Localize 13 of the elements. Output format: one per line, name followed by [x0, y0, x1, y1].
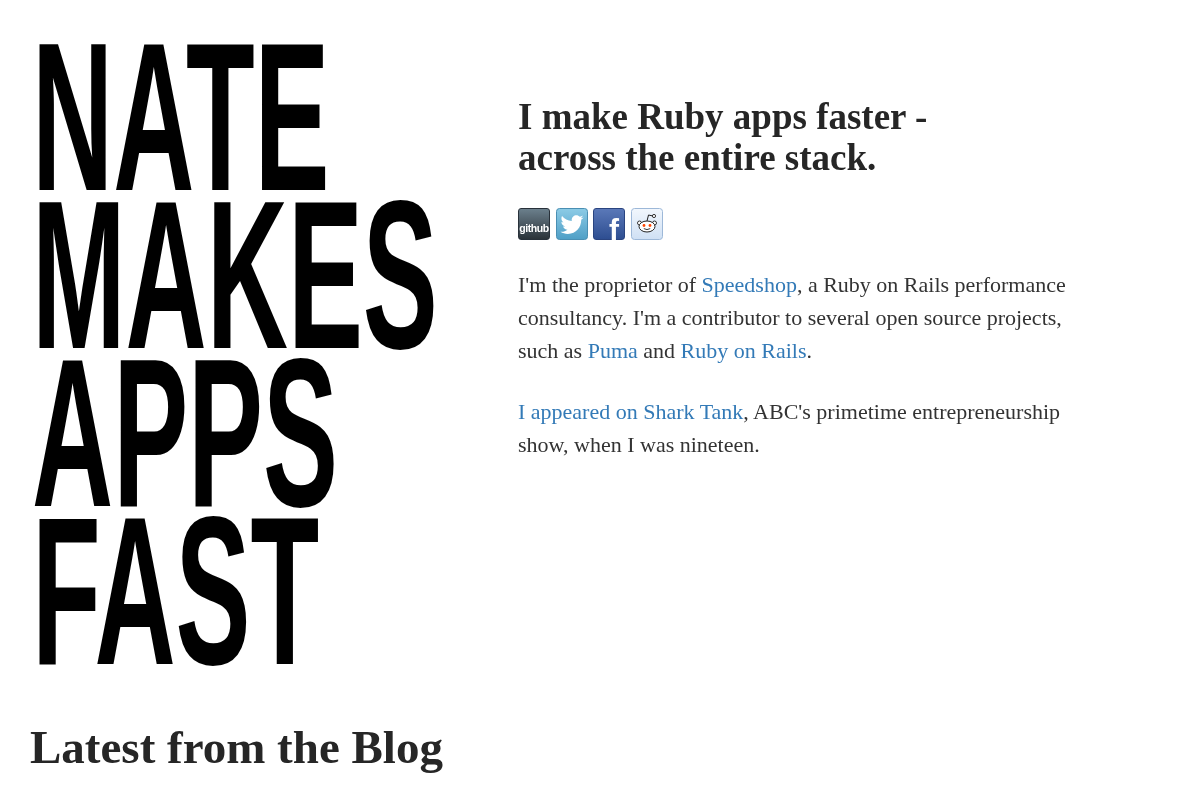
alien-icon[interactable]	[630, 208, 663, 240]
bio-paragraph: I'm the proprietor of Speedshop, a Ruby on Rails performance consultancy. I'm a contributor to several open source projects, such as Puma and Ruby on Rails.	[518, 271, 1067, 365]
facebook-link[interactable]: f	[593, 208, 625, 240]
github-link[interactable]: github	[518, 208, 550, 240]
text-link[interactable]: I appeared on Shark Tank	[518, 399, 744, 424]
bio-paragraph: I appeared on Shark Tank, ABC's primetime entrepreneurship show, when I was nineteen.	[518, 398, 1062, 459]
blog-heading: Latest from the Blog	[30, 720, 444, 774]
text-link[interactable]: Speedshop	[701, 272, 797, 297]
tagline: I make Ruby apps faster - across the entire stack.	[518, 96, 929, 178]
site-title: NATE MAKES APPS FAST	[32, 38, 438, 670]
bird-icon[interactable]	[555, 208, 588, 240]
text-link[interactable]: Puma	[587, 338, 638, 363]
text-link[interactable]: Ruby on Rails	[680, 338, 807, 363]
